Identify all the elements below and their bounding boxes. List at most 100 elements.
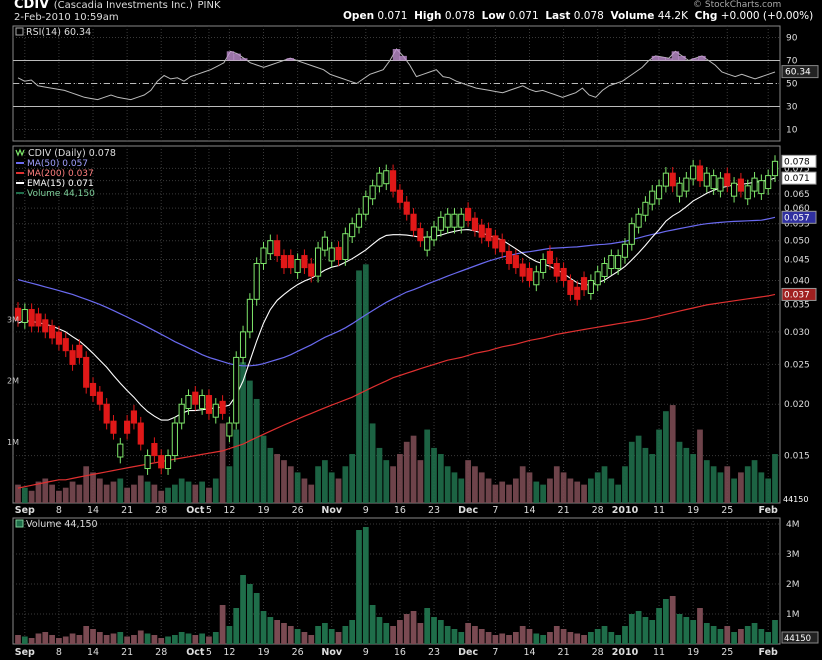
volume-bar: [635, 611, 642, 644]
overlay-volume-bar: [253, 398, 260, 503]
up-candle: [185, 395, 192, 409]
volume-bar: [738, 629, 744, 644]
up-candle: [383, 170, 390, 185]
volume-bar: [472, 626, 478, 644]
ema15-legend: EMA(15) 0.071: [27, 179, 94, 189]
overlay-volume-bar: [233, 429, 240, 503]
x-axis-label: Sep: [15, 505, 35, 516]
overlay-volume-bar: [540, 484, 546, 503]
down-candle: [280, 255, 288, 269]
volume-bar: [553, 626, 560, 644]
x-axis-label: Oct: [186, 647, 205, 658]
up-candle: [226, 422, 233, 437]
volume-bar: [69, 633, 76, 644]
overlay-volume-bar: [342, 466, 349, 503]
up-candle: [690, 165, 697, 180]
down-candle: [28, 309, 35, 327]
volume-bar: [240, 575, 246, 644]
volume-bar: [117, 632, 124, 644]
overlay-volume-bar: [315, 466, 321, 503]
x-axis-label: Feb: [759, 505, 779, 516]
overlay-volume-bar: [69, 481, 76, 503]
up-candle: [437, 216, 444, 231]
up-candle: [253, 263, 260, 300]
up-candle: [321, 236, 328, 251]
volume-bar: [103, 635, 110, 644]
overlay-volume-bar: [110, 481, 117, 503]
volume-bar: [349, 620, 356, 644]
down-candle: [512, 255, 519, 269]
overlay-volume-bar: [137, 475, 144, 503]
volume-bar: [663, 599, 669, 644]
down-candle: [308, 263, 315, 277]
volume-tick-label: 1M: [786, 610, 800, 620]
volume-bar: [608, 632, 615, 644]
up-candle: [662, 172, 669, 187]
volume-tick-label: 4M: [786, 520, 800, 530]
down-candle: [301, 255, 308, 269]
up-candle: [117, 443, 124, 458]
down-candle: [403, 201, 410, 215]
volume-bar: [574, 633, 581, 644]
x-axis-label: 8: [56, 505, 62, 516]
x-axis-label: 19: [257, 505, 269, 516]
overlay-volume-bar: [663, 411, 669, 503]
volume-bar: [669, 596, 676, 644]
x-axis-label: Oct: [186, 505, 205, 516]
up-candle: [635, 213, 642, 228]
x-axis-label: Dec: [458, 505, 478, 516]
ma50-legend: MA(50) 0.057: [27, 159, 88, 169]
x-axis-label: 14: [87, 505, 99, 516]
up-candle: [649, 190, 656, 205]
overlay-volume-bar: [21, 487, 28, 503]
up-candle: [349, 223, 356, 238]
up-candle: [362, 196, 369, 215]
overlay-volume-bar: [158, 490, 165, 503]
x-axis-label: 21: [558, 505, 570, 516]
overlay-volume-bar: [151, 484, 158, 503]
x-axis-label: 21: [121, 505, 133, 516]
volume-bar: [96, 632, 103, 644]
volume-bar: [219, 605, 226, 644]
x-axis-label: 9: [363, 647, 369, 658]
x-axis-label: 28: [155, 505, 167, 516]
overlay-volume-bar: [308, 484, 315, 503]
volume-bar: [356, 530, 362, 644]
volume-bar: [615, 635, 622, 644]
overlay-volume-bar: [717, 472, 724, 503]
volume-bar: [744, 626, 751, 644]
volume-legend-swatch: [15, 519, 24, 528]
up-candle: [294, 259, 301, 273]
down-candle: [465, 207, 472, 221]
overlay-volume-bar: [212, 478, 219, 503]
overlay-volume-bar: [635, 435, 642, 503]
volume-bar: [253, 593, 260, 644]
volume-bar: [158, 638, 165, 644]
price-badge-value: 0.057: [784, 213, 810, 223]
price-tick-label: 0.030: [784, 328, 810, 338]
volume-panel-legend: Volume 44,150: [26, 519, 98, 530]
up-candle: [178, 403, 185, 424]
volume-bar: [451, 629, 458, 644]
overlay-volume-bar: [397, 454, 403, 503]
x-axis-label: Nov: [321, 505, 342, 516]
overlay-volume-bar: [574, 481, 581, 503]
overlay-volume-bar: [185, 481, 192, 503]
overlay-volume-bar: [731, 478, 737, 503]
overlay-volume-bar: [690, 454, 697, 503]
overlay-volume-bar: [526, 472, 533, 503]
volume-bar: [417, 623, 424, 644]
up-candle: [171, 422, 178, 457]
rsi-tick-label: 70: [786, 57, 798, 67]
overlay-volume-bar: [76, 484, 83, 503]
overlay-volume-bar: [131, 484, 137, 503]
overlay-volume-tick: 3M: [7, 315, 19, 324]
volume-bar: [274, 620, 281, 644]
volume-bar: [499, 633, 506, 644]
overlay-volume-bar: [697, 429, 703, 503]
down-candle: [219, 400, 226, 414]
x-axis-label: 12: [223, 505, 235, 516]
overlay-volume-bar: [506, 484, 512, 503]
x-axis-label: 28: [592, 505, 604, 516]
overlay-volume-bar: [622, 466, 628, 503]
